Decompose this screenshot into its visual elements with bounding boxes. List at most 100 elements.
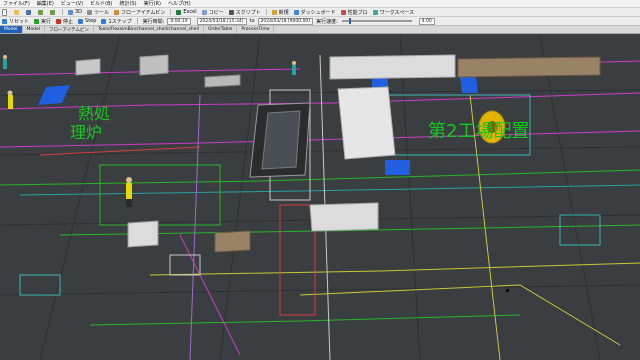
- jump-label: 1ステップ: [108, 18, 132, 25]
- step-button[interactable]: Step: [78, 18, 96, 24]
- machine: [329, 54, 456, 80]
- stop-label: 停止: [63, 18, 74, 25]
- speed-value-field[interactable]: 4.00: [418, 17, 435, 25]
- flowitem-bin-button[interactable]: フローアイテムビン: [114, 9, 165, 16]
- machine: [139, 54, 169, 76]
- reset-icon: [2, 18, 7, 24]
- workspace-label: ワークスペース: [379, 9, 414, 16]
- menu-statistics[interactable]: 統計(S): [120, 0, 137, 7]
- folder-icon: [14, 9, 19, 15]
- run-speed-slider[interactable]: [341, 18, 412, 24]
- excel-label: Excel: [183, 9, 197, 15]
- tab-label: ProcessTime: [241, 27, 270, 32]
- menu-run[interactable]: 実行(R): [144, 0, 161, 7]
- dashboard-icon: [293, 9, 299, 15]
- worker: [292, 61, 296, 75]
- stop-button[interactable]: 停止: [56, 18, 73, 25]
- run-time-label: 実行時間:: [142, 18, 165, 25]
- marker: [506, 289, 509, 292]
- tab-label: フローアイテムビン: [49, 27, 89, 33]
- menu-build[interactable]: ビルド(B): [90, 0, 112, 7]
- heat-treatment-furnace: [249, 102, 311, 178]
- file-icon: [2, 8, 7, 16]
- start-date-field[interactable]: 2024/03/18 [15:34]: [196, 17, 247, 25]
- excel-icon: [176, 9, 182, 15]
- machine: [337, 86, 396, 160]
- undo-button[interactable]: [38, 9, 45, 15]
- 3d-model-view[interactable]: 熱処 理炉 第2工場配置: [0, 35, 640, 360]
- blue-zone: [385, 160, 410, 175]
- tab-model-3d[interactable]: Model: [0, 26, 23, 33]
- factory-2-layout-label: 第2工場配置: [428, 121, 529, 142]
- workspace-button[interactable]: ワークスペース: [372, 9, 414, 16]
- skip-icon: [101, 18, 107, 24]
- menu-view[interactable]: ビュー(V): [61, 0, 83, 7]
- tab-flowitem-bin[interactable]: フローアイテムビン: [45, 26, 94, 33]
- to-label: to: [249, 18, 255, 24]
- toolbar-separator: [265, 9, 267, 15]
- jump-button[interactable]: 1ステップ: [101, 18, 132, 25]
- new-label: 新規: [278, 9, 289, 16]
- flowitem-bin-label: フローアイテムビン: [121, 9, 166, 16]
- menu-edit[interactable]: 編集(E): [37, 0, 54, 7]
- toolbar-separator: [62, 9, 63, 15]
- new-button[interactable]: 新規: [271, 9, 289, 16]
- worker: [126, 177, 132, 207]
- dashboard-button[interactable]: ダッシュボード: [293, 9, 336, 16]
- cart: [127, 220, 159, 248]
- slider-thumb[interactable]: [348, 18, 351, 24]
- script-button[interactable]: スクリプト: [228, 9, 261, 16]
- copy-button[interactable]: コピー: [201, 9, 224, 16]
- open-button[interactable]: [14, 9, 21, 15]
- tab-channel-shell[interactable]: Tools/FlexsimBin/channel_shell/channel_s…: [94, 26, 204, 33]
- toolbar-separator: [170, 9, 172, 15]
- run-time-field[interactable]: 0:00:19: [167, 17, 191, 25]
- play-icon: [34, 18, 40, 24]
- reset-label: リセット: [9, 18, 30, 25]
- run-toolbar: リセット 実行 停止 Step 1ステップ 実行時間: 0:00:19 2024…: [0, 17, 640, 26]
- pallet: [214, 230, 251, 253]
- tab-order-table[interactable]: OrderTable: [204, 26, 238, 33]
- dashboard-label: ダッシュボード: [300, 9, 336, 16]
- copy-icon: [201, 9, 207, 15]
- menu-file[interactable]: ファイル(F): [3, 0, 30, 7]
- machine: [204, 74, 241, 88]
- tab-label: OrderTable: [207, 27, 233, 32]
- toolbar-separator: [136, 18, 138, 24]
- factory-layout-scene: 熱処 理炉 第2工場配置: [0, 35, 640, 360]
- tab-process-time[interactable]: ProcessTime: [237, 26, 275, 33]
- menu-bar: ファイル(F) 編集(E) ビュー(V) ビルド(B) 統計(S) 実行(R) …: [0, 0, 640, 8]
- 3d-view-button[interactable]: 3D: [68, 9, 82, 15]
- speed-label: 実行速度:: [316, 18, 338, 25]
- cube-icon: [68, 9, 73, 15]
- run-button[interactable]: 実行: [34, 18, 51, 25]
- worker: [3, 55, 7, 69]
- blue-zone: [460, 77, 478, 93]
- redo-button[interactable]: [50, 9, 57, 15]
- save-button[interactable]: [26, 9, 33, 15]
- performance-button[interactable]: 性能ブロ: [340, 9, 368, 16]
- run-label: 実行: [41, 18, 52, 25]
- new-model-button[interactable]: [2, 8, 9, 16]
- machine: [309, 202, 379, 232]
- tab-label: Model: [4, 27, 18, 32]
- tools-button[interactable]: ツール: [87, 9, 109, 16]
- 3d-view-label: 3D: [75, 9, 83, 15]
- tab-model[interactable]: Model: [23, 26, 46, 33]
- workspace-icon: [372, 9, 378, 15]
- menu-help[interactable]: ヘルプ(H): [168, 0, 191, 7]
- script-label: スクリプト: [235, 9, 261, 16]
- new-icon: [271, 9, 277, 15]
- chart-icon: [340, 9, 346, 15]
- step-label: Step: [85, 18, 97, 24]
- stop-icon: [56, 18, 62, 24]
- redo-icon: [50, 9, 55, 15]
- copy-label: コピー: [208, 9, 224, 16]
- tab-label: Model: [26, 27, 41, 32]
- main-toolbar: 3D ツール フローアイテムビン Excel コピー スクリプト 新規 ダッシュ…: [0, 8, 640, 17]
- wrench-icon: [87, 9, 93, 15]
- excel-button[interactable]: Excel: [176, 9, 197, 15]
- worker: [7, 90, 13, 109]
- end-date-field[interactable]: 2024/03/18 [9000.00]: [257, 17, 314, 25]
- reset-button[interactable]: リセット: [2, 18, 29, 25]
